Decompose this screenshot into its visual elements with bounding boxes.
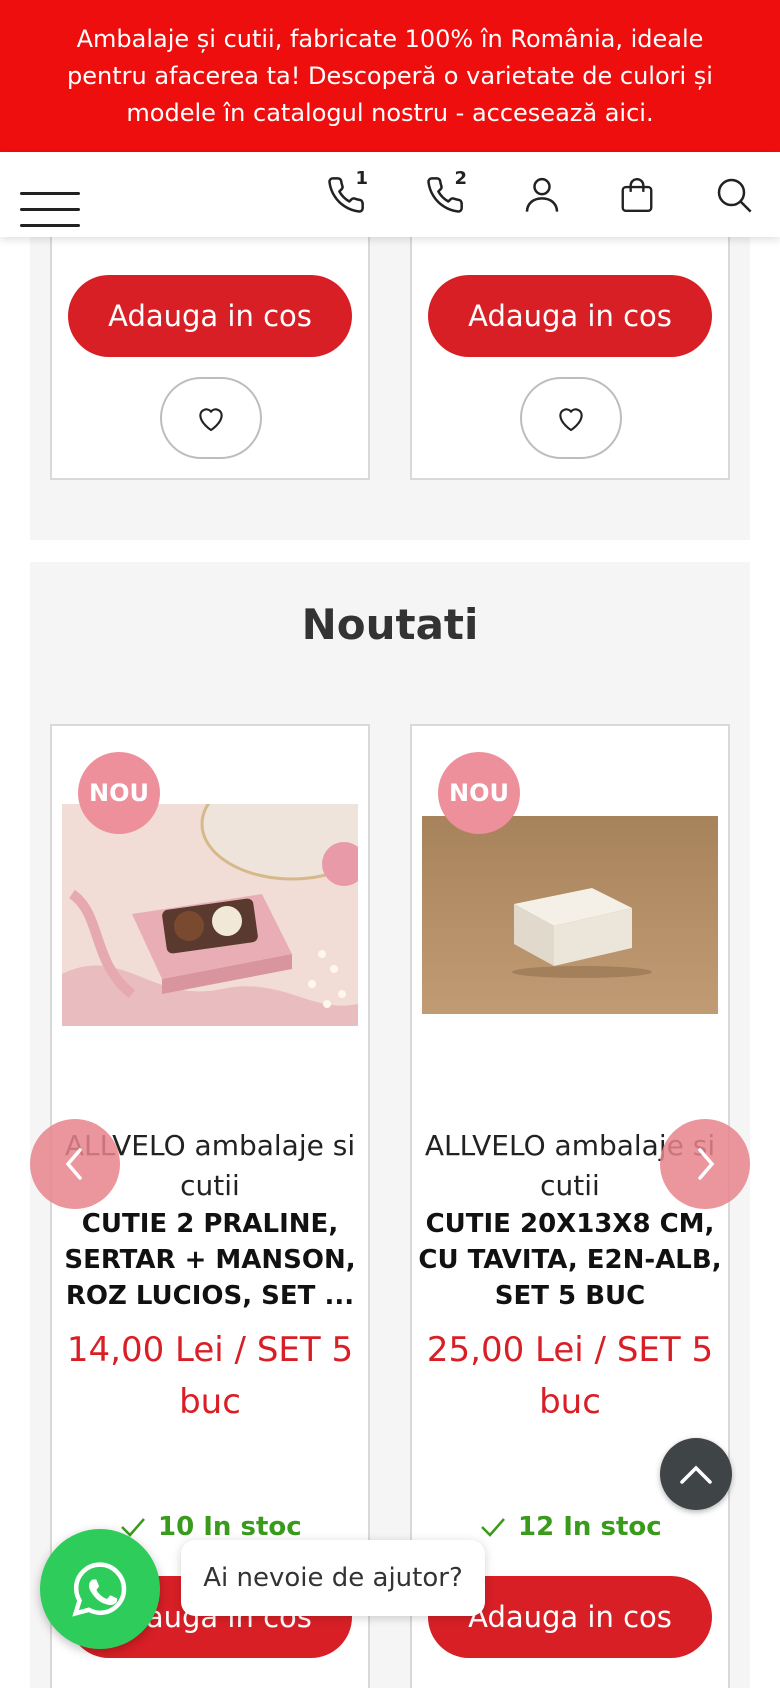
user-icon (525, 177, 559, 212)
product-price: 14,00 Lei / SET 5 buc (66, 1330, 354, 1422)
product-price: 25,00 Lei / SET 5 buc (426, 1330, 714, 1422)
add-to-cart-button[interactable]: Adauga in cos (428, 275, 712, 357)
chat-help-bubble[interactable]: Ai nevoie de ajutor? (181, 1540, 485, 1616)
account-button[interactable] (514, 168, 570, 222)
check-icon (481, 1518, 505, 1537)
phone-2-label: 2 (454, 168, 467, 189)
product-image[interactable] (422, 816, 718, 1014)
add-to-cart-label: Adauga in cos (468, 1600, 672, 1634)
add-to-cart-label: Adauga in cos (108, 299, 312, 333)
product-name[interactable]: CUTIE 20X13X8 CM, CU TAVITA, E2N-ALB, SE… (418, 1206, 722, 1314)
shopping-bag-icon (621, 177, 653, 213)
chevron-left-icon (65, 1148, 82, 1180)
search-icon (717, 178, 752, 213)
chat-help-text: Ai nevoie de ajutor? (203, 1563, 463, 1593)
new-badge: NOU (78, 752, 160, 834)
whatsapp-icon (72, 1562, 127, 1617)
phone-1-button[interactable]: 1 (318, 168, 374, 222)
stock-status: 12 In stoc (480, 1512, 662, 1542)
cart-button[interactable] (609, 168, 665, 222)
whatsapp-chat-button[interactable] (40, 1529, 160, 1649)
phone-1-label: 1 (355, 168, 368, 189)
product-card-prev-2: Adauga in cos (410, 220, 730, 480)
wishlist-button[interactable] (160, 377, 262, 459)
new-badge-label: NOU (449, 779, 509, 807)
chevron-up-icon (680, 1465, 712, 1484)
new-badge-label: NOU (89, 779, 149, 807)
carousel-prev-button[interactable] (30, 1119, 120, 1209)
promo-banner-text[interactable]: Ambalaje și cutii, fabricate 100% în Rom… (36, 21, 744, 132)
product-name[interactable]: CUTIE 2 PRALINE, SERTAR + MANSON, ROZ LU… (58, 1206, 362, 1314)
heart-icon (199, 408, 223, 432)
chevron-right-icon (698, 1148, 715, 1180)
add-to-cart-label: Adauga in cos (468, 299, 672, 333)
wishlist-button[interactable] (520, 377, 622, 459)
phone-2-button[interactable]: 2 (417, 168, 473, 222)
stock-label: 12 In stoc (518, 1512, 662, 1542)
heart-icon (559, 408, 583, 432)
scroll-to-top-button[interactable] (660, 1438, 732, 1510)
new-badge: NOU (438, 752, 520, 834)
add-to-cart-button[interactable]: Adauga in cos (68, 275, 352, 357)
promo-banner[interactable]: Ambalaje și cutii, fabricate 100% în Rom… (0, 0, 780, 152)
menu-button[interactable] (20, 172, 80, 227)
section-divider (30, 540, 750, 562)
site-header: 1 2 (0, 152, 780, 237)
product-image[interactable] (62, 804, 358, 1026)
search-button[interactable] (706, 168, 762, 222)
stock-status: 10 In stoc (120, 1512, 302, 1542)
carousel-next-button[interactable] (660, 1119, 750, 1209)
section-title: Noutati (301, 600, 479, 649)
product-card-prev-1: Adauga in cos (50, 220, 370, 480)
stock-label: 10 In stoc (158, 1512, 302, 1542)
